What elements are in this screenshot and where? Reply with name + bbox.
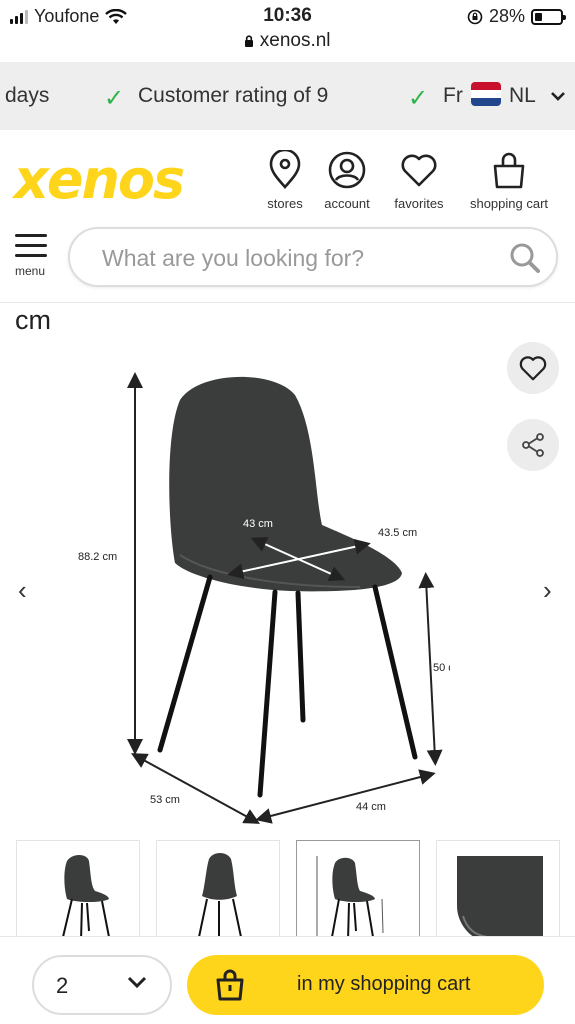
bottom-bar: 2 in my shopping cart <box>0 936 575 1024</box>
chevron-down-icon <box>127 976 147 989</box>
url-bar[interactable]: xenos.nl <box>0 30 575 52</box>
header-divider <box>0 302 575 303</box>
add-to-cart-label: in my shopping cart <box>297 973 471 995</box>
lock-icon <box>245 35 254 47</box>
usp-days: days <box>5 84 50 107</box>
thumbnail[interactable] <box>436 840 560 940</box>
usp-rating: Customer rating of 9 <box>138 84 329 107</box>
chevron-left-icon[interactable]: ‹ <box>18 575 27 606</box>
shopping-cart-label: shopping cart <box>469 196 549 211</box>
height-label: 88.2 cm <box>78 551 117 563</box>
battery-percent: 28% <box>488 6 525 26</box>
share-button[interactable] <box>507 419 559 471</box>
favorite-button[interactable] <box>507 342 559 394</box>
thumbnail-selected[interactable] <box>296 840 420 940</box>
product-image[interactable]: 88.2 cm 43 cm 43.5 cm 50 cm 53 cm 44 cm <box>60 355 450 825</box>
chevron-down-icon[interactable] <box>550 91 566 101</box>
nl-flag-icon[interactable] <box>471 82 501 106</box>
stores-label: stores <box>267 196 303 211</box>
add-to-cart-button[interactable]: in my shopping cart <box>187 955 544 1015</box>
heart-icon <box>519 356 547 381</box>
check-icon: ✓ <box>408 85 429 112</box>
status-bar: Youfone 10:36 xenos.nl 28% <box>0 0 575 60</box>
account-label: account <box>324 196 370 211</box>
usp-free: Fr <box>443 84 463 107</box>
search-input[interactable] <box>102 241 492 275</box>
quantity-value: 2 <box>56 973 69 998</box>
menu-button[interactable]: menu <box>15 234 51 278</box>
stores-link[interactable]: stores <box>263 150 307 211</box>
chevron-right-icon[interactable]: › <box>543 575 552 606</box>
depth-label: 53 cm <box>150 794 180 806</box>
search-icon[interactable] <box>508 241 542 275</box>
search-bar[interactable] <box>68 227 558 287</box>
heart-icon <box>401 154 437 187</box>
account-link[interactable]: account <box>318 150 376 211</box>
favorites-label: favorites <box>394 196 444 211</box>
product-title: cm <box>15 305 51 335</box>
location-pin-icon <box>269 150 301 189</box>
seat-height-label: 50 cm <box>433 662 450 674</box>
shopping-bag-icon <box>216 969 244 1001</box>
check-icon: ✓ <box>104 85 125 112</box>
seat-depth-label: 43.5 cm <box>378 527 417 539</box>
width-label: 44 cm <box>356 801 386 813</box>
seat-width-label: 43 cm <box>243 518 273 530</box>
menu-label: menu <box>15 264 46 278</box>
menu-icon <box>15 234 51 257</box>
url-text: xenos.nl <box>259 30 331 51</box>
thumbnail[interactable] <box>16 840 140 940</box>
shopping-bag-icon <box>493 152 525 189</box>
shopping-cart-link[interactable]: shopping cart <box>460 150 558 211</box>
quantity-select[interactable]: 2 <box>32 955 172 1015</box>
share-icon <box>522 433 544 457</box>
account-icon <box>328 151 366 189</box>
status-right: 28% <box>467 6 566 27</box>
favorites-link[interactable]: favorites <box>388 150 450 211</box>
language-selector[interactable]: NL <box>509 84 536 108</box>
thumbnail[interactable] <box>156 840 280 940</box>
rotation-lock-icon <box>467 9 483 24</box>
battery-icon <box>531 8 566 25</box>
xenos-logo[interactable]: xenos <box>14 148 185 211</box>
